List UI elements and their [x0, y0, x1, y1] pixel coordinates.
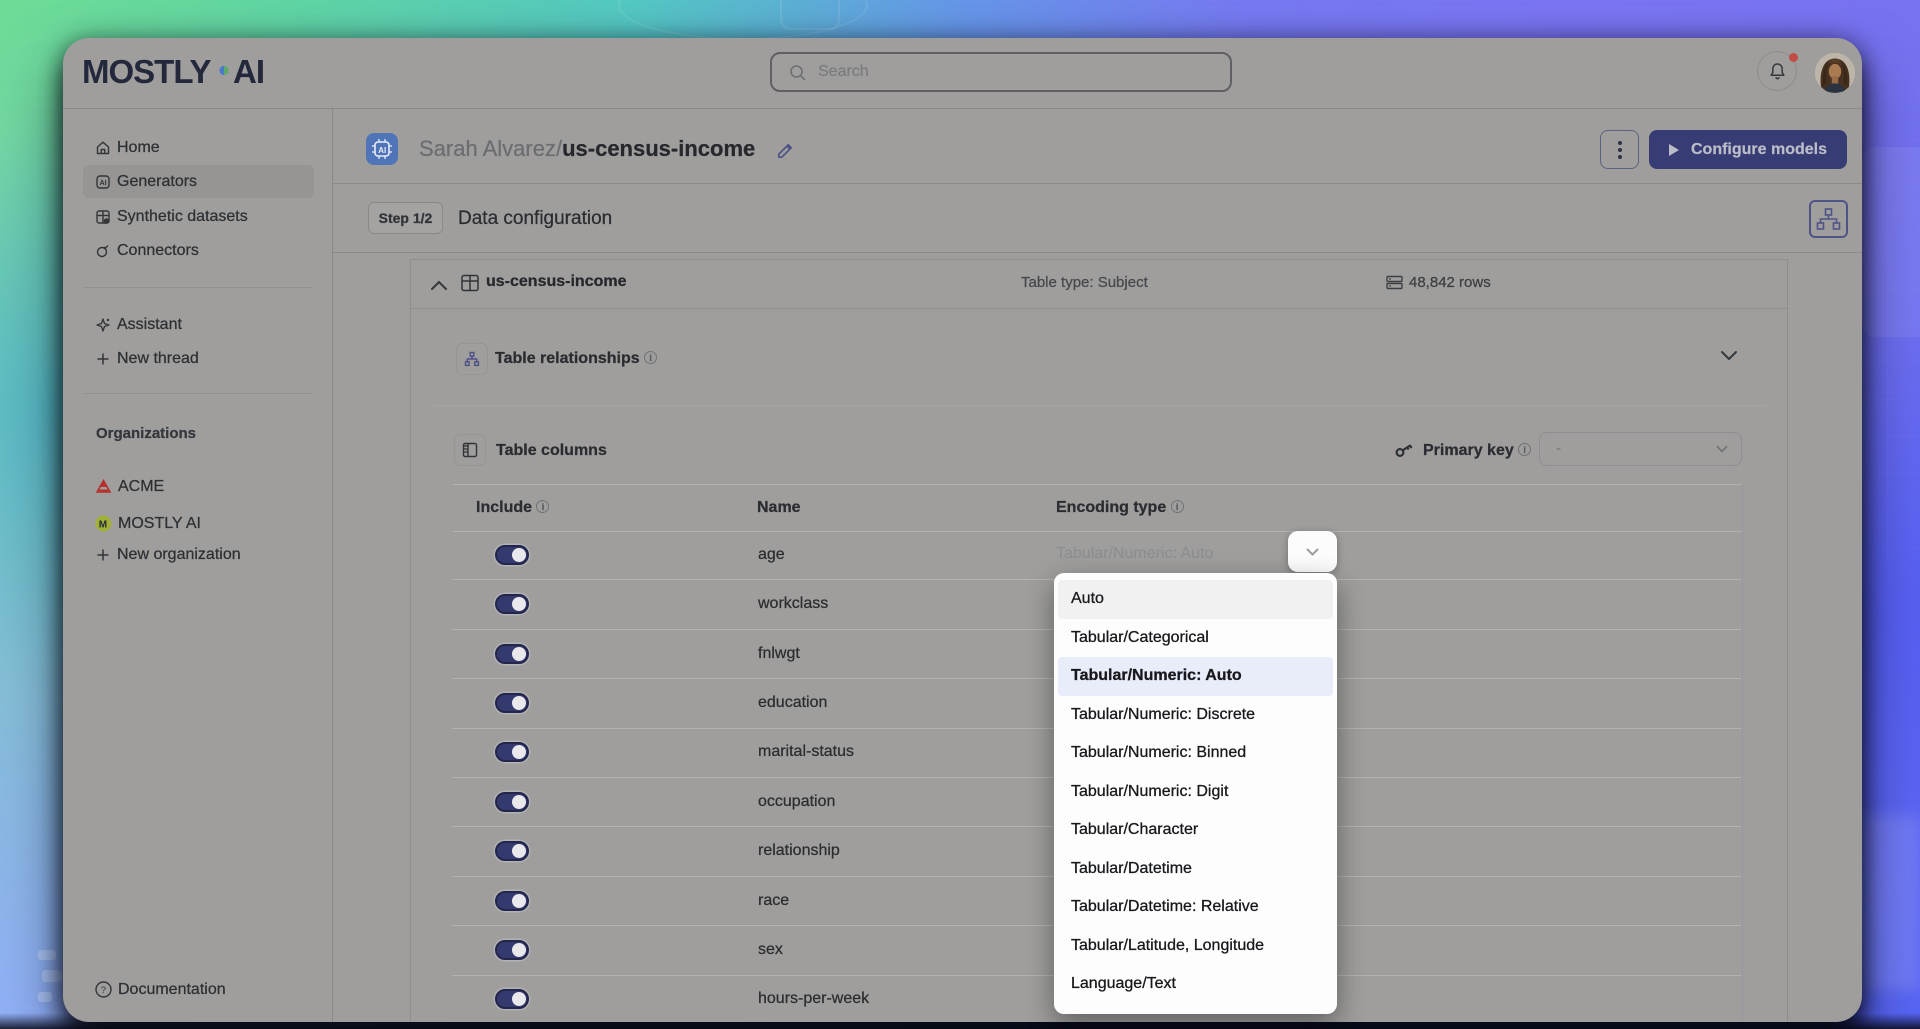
svg-text:M: M [99, 519, 107, 530]
svg-text:AI: AI [233, 53, 264, 90]
svg-text:AI: AI [378, 146, 386, 155]
svg-text:MOSTLY: MOSTLY [82, 53, 211, 90]
svg-text:?: ? [101, 985, 106, 996]
svg-text:AI: AI [100, 180, 107, 187]
